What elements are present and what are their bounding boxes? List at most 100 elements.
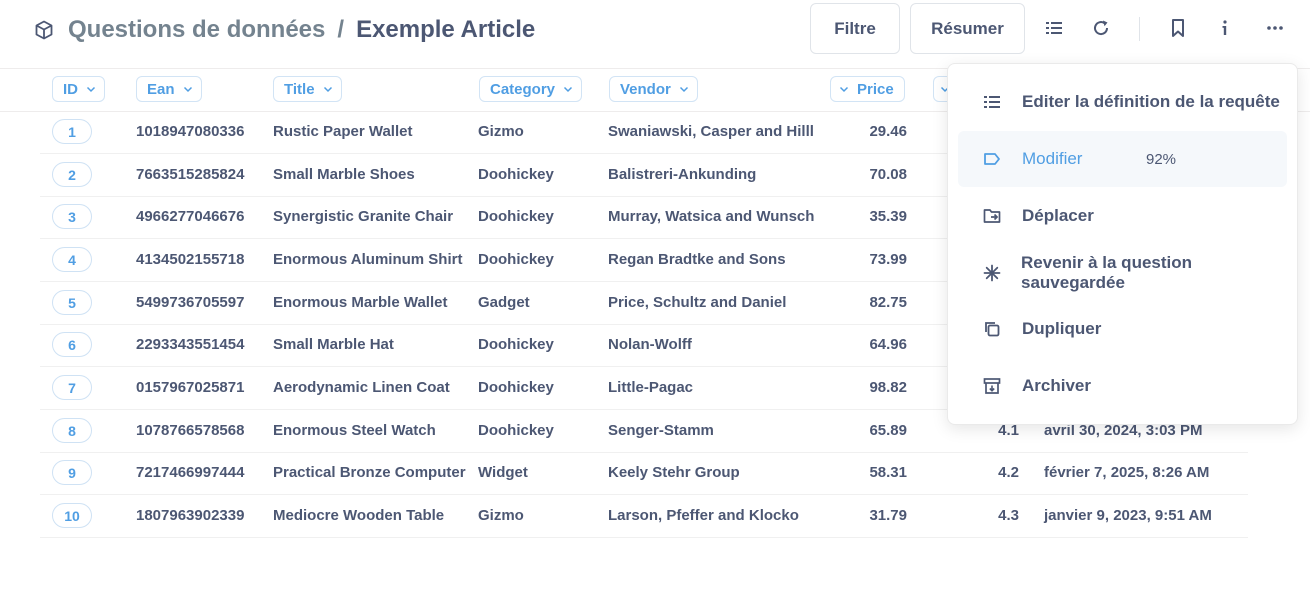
row-id-pill[interactable]: 10 [52,503,92,528]
row-id-pill[interactable]: 2 [52,162,92,187]
cell-price[interactable]: 58.31 [830,452,907,494]
page-title[interactable]: Exemple Article [356,16,535,44]
cell-title[interactable]: Small Marble Hat [273,324,394,366]
cell-category[interactable]: Gizmo [478,111,524,153]
menu-item-label: Modifier [1022,149,1083,168]
cell-vendor[interactable]: Keely Stehr Group [608,452,740,494]
breadcrumb-collection[interactable]: Questions de données [68,16,325,44]
row-id-pill[interactable]: 9 [52,460,92,485]
cell-ean[interactable]: 5499736705597 [136,282,244,324]
row-id-pill[interactable]: 3 [52,204,92,229]
cell-vendor[interactable]: Murray, Watsica and Wunsch [608,196,814,238]
cell-vendor[interactable]: Regan Bradtke and Sons [608,239,786,281]
cell-vendor[interactable]: Larson, Pfeffer and Klocko [608,495,799,537]
menu-item-edit-query[interactable]: Editer la définition de la requête [958,74,1287,130]
menu-item-modify[interactable]: Modifier 92% [958,131,1287,187]
column-header-vendor[interactable]: Vendor [609,76,698,102]
bookmark-icon[interactable] [1167,17,1189,39]
cell-vendor[interactable]: Price, Schultz and Daniel [608,282,786,324]
cell-category[interactable]: Gadget [478,282,530,324]
cell-title[interactable]: Enormous Marble Wallet [273,282,447,324]
cell-vendor[interactable]: Little-Pagac [608,367,693,409]
menu-item-label: Déplacer [1022,206,1094,225]
tag-icon [982,149,1002,169]
cell-vendor[interactable]: Balistreri-Ankunding [608,154,756,196]
cell-ean[interactable]: 0157967025871 [136,367,244,409]
row-id-pill[interactable]: 4 [52,247,92,272]
column-header-category[interactable]: Category [479,76,583,102]
row-id-pill[interactable]: 8 [52,418,92,443]
column-label: ID [63,80,78,98]
cell-price[interactable]: 31.79 [830,495,907,537]
cell-price[interactable]: 70.08 [830,154,907,196]
cell-price[interactable]: 98.82 [830,367,907,409]
cell-price[interactable]: 82.75 [830,282,907,324]
zoom-percentage: 92% [1146,150,1177,168]
info-icon[interactable] [1214,17,1236,39]
cell-category[interactable]: Gizmo [478,495,524,537]
cell-ean[interactable]: 7217466997444 [136,452,244,494]
cell-title[interactable]: Aerodynamic Linen Coat [273,367,450,409]
top-header: Questions de données / Exemple Article F… [0,0,1310,69]
cell-title[interactable]: Synergistic Granite Chair [273,196,453,238]
cell-price[interactable]: 64.96 [830,324,907,366]
cell-rating[interactable]: 4.3 [980,495,1019,537]
cell-vendor[interactable]: Swaniawski, Casper and Hilll [608,111,814,153]
cell-title[interactable]: Rustic Paper Wallet [273,111,412,153]
cell-price[interactable]: 73.99 [830,239,907,281]
column-header-ean[interactable]: Ean [136,76,202,102]
row-id-pill[interactable]: 5 [52,290,92,315]
cell-category[interactable]: Doohickey [478,324,554,366]
cell-ean[interactable]: 4966277046676 [136,196,244,238]
filter-button[interactable]: Filtre [810,3,900,54]
duplicate-icon [982,319,1002,339]
cell-price[interactable]: 65.89 [830,410,907,452]
cell-vendor[interactable]: Nolan-Wolff [608,324,692,366]
cell-ean[interactable]: 4134502155718 [136,239,244,281]
menu-item-move[interactable]: Déplacer [958,188,1287,244]
column-header-price[interactable]: Price [830,76,905,102]
cell-title[interactable]: Enormous Steel Watch [273,410,436,452]
cell-ean[interactable]: 1018947080336 [136,111,244,153]
cell-ean[interactable]: 1078766578568 [136,410,244,452]
cell-price[interactable]: 29.46 [830,111,907,153]
menu-item-archive[interactable]: Archiver [958,358,1287,414]
row-id-pill[interactable]: 7 [52,375,92,400]
column-header-id[interactable]: ID [52,76,105,102]
cell-title[interactable]: Mediocre Wooden Table [273,495,444,537]
cell-price[interactable]: 35.39 [830,196,907,238]
cell-created-at[interactable]: février 7, 2025, 8:26 AM [1044,452,1209,494]
cell-category[interactable]: Doohickey [478,239,554,281]
menu-item-duplicate[interactable]: Dupliquer [958,301,1287,357]
cell-created-at[interactable]: janvier 9, 2023, 9:51 AM [1044,495,1212,537]
refresh-icon[interactable] [1090,17,1112,39]
cell-title[interactable]: Small Marble Shoes [273,154,415,196]
cell-category[interactable]: Doohickey [478,410,554,452]
column-label: Price [857,80,894,98]
cell-rating[interactable]: 4.2 [980,452,1019,494]
cell-title[interactable]: Enormous Aluminum Shirt [273,239,462,281]
cell-category[interactable]: Widget [478,452,528,494]
list-icon[interactable] [1043,17,1065,39]
cell-category[interactable]: Doohickey [478,154,554,196]
row-id-pill[interactable]: 1 [52,119,92,144]
cell-ean[interactable]: 2293343551454 [136,324,244,366]
cell-category[interactable]: Doohickey [478,367,554,409]
cell-ean[interactable]: 7663515285824 [136,154,244,196]
move-icon [982,206,1002,226]
archive-icon [982,376,1002,396]
column-header-title[interactable]: Title [273,76,342,102]
menu-item-label: Editer la définition de la requête [1022,92,1280,111]
column-label: Vendor [620,80,671,98]
cell-ean[interactable]: 1807963902339 [136,495,244,537]
summarize-button[interactable]: Résumer [910,3,1025,54]
more-icon[interactable] [1264,17,1286,39]
row-id-pill[interactable]: 6 [52,332,92,357]
menu-item-label: Dupliquer [1022,319,1102,338]
actions-menu: Editer la définition de la requête Modif… [947,63,1298,425]
cell-title[interactable]: Practical Bronze Computer [273,452,466,494]
menu-item-revert[interactable]: Revenir à la question sauvegardée [958,245,1287,301]
cell-category[interactable]: Doohickey [478,196,554,238]
cube-icon [34,20,54,40]
cell-vendor[interactable]: Senger-Stamm [608,410,714,452]
